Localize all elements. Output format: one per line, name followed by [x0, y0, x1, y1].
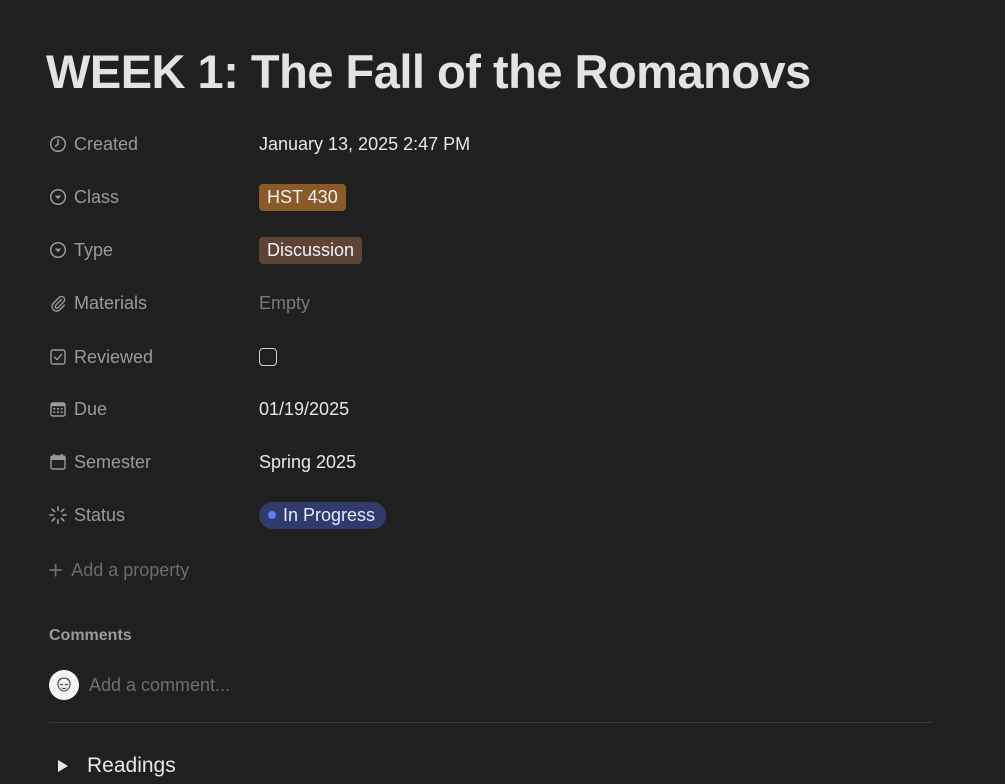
page-title[interactable]: WEEK 1: The Fall of the Romanovs [46, 44, 811, 99]
avatar [49, 670, 79, 700]
checkbox-icon [48, 347, 68, 367]
add-property-label: Add a property [71, 559, 190, 580]
property-name: Class [74, 186, 120, 207]
property-label-status[interactable]: Status [48, 505, 259, 526]
select-icon [48, 187, 68, 207]
property-label-semester[interactable]: Semester [48, 452, 259, 473]
property-name: Semester [74, 451, 152, 472]
calendar-grid-icon [48, 399, 68, 419]
add-property-button[interactable]: + Add a property [48, 556, 189, 584]
class-value[interactable]: HST 430 [259, 183, 346, 211]
status-value[interactable]: In Progress [259, 501, 387, 529]
property-label-class[interactable]: Class [48, 187, 259, 208]
property-created: Created January 13, 2025 2:47 PM [48, 124, 948, 164]
property-label-created[interactable]: Created [48, 134, 259, 155]
property-reviewed: Reviewed [48, 337, 948, 377]
materials-value[interactable]: Empty [259, 293, 310, 314]
property-materials: Materials Empty [48, 283, 948, 323]
type-tag[interactable]: Discussion [259, 236, 363, 264]
semester-value[interactable]: Spring 2025 [259, 452, 356, 473]
property-semester: Semester Spring 2025 [48, 442, 948, 482]
reviewed-value [259, 348, 277, 366]
property-class: Class HST 430 [48, 177, 948, 217]
calendar-icon [48, 452, 68, 472]
comment-composer [49, 669, 489, 701]
status-spinner-icon [48, 505, 68, 525]
property-label-reviewed[interactable]: Reviewed [48, 347, 259, 368]
clock-icon [48, 134, 68, 154]
type-value[interactable]: Discussion [259, 236, 363, 264]
class-tag[interactable]: HST 430 [259, 183, 346, 211]
property-type: Type Discussion [48, 230, 948, 270]
comments-heading: Comments [49, 627, 132, 644]
property-name: Due [74, 398, 108, 419]
plus-icon: + [48, 555, 64, 585]
paperclip-icon [48, 293, 68, 313]
comment-input[interactable] [89, 674, 489, 696]
status-label: In Progress [283, 504, 376, 525]
property-label-type[interactable]: Type [48, 240, 259, 261]
select-icon [48, 240, 68, 260]
page: WEEK 1: The Fall of the Romanovs Created… [0, 0, 1005, 784]
readings-toggle[interactable]: Readings [58, 752, 176, 780]
property-name: Type [74, 239, 114, 260]
due-value[interactable]: 01/19/2025 [259, 399, 349, 420]
property-label-due[interactable]: Due [48, 399, 259, 420]
property-name: Created [74, 133, 139, 154]
property-name: Materials [74, 292, 148, 313]
created-value: January 13, 2025 2:47 PM [259, 133, 471, 154]
property-due: Due 01/19/2025 [48, 389, 948, 429]
status-dot [268, 511, 276, 519]
reviewed-checkbox[interactable] [259, 348, 277, 366]
property-status: Status In Progress [48, 495, 948, 535]
readings-toggle-label: Readings [87, 754, 176, 777]
property-name: Status [74, 504, 126, 525]
triangle-right-icon[interactable] [58, 760, 68, 772]
property-label-materials[interactable]: Materials [48, 293, 259, 314]
status-pill[interactable]: In Progress [259, 501, 387, 529]
divider [49, 722, 932, 723]
property-name: Reviewed [74, 346, 154, 367]
